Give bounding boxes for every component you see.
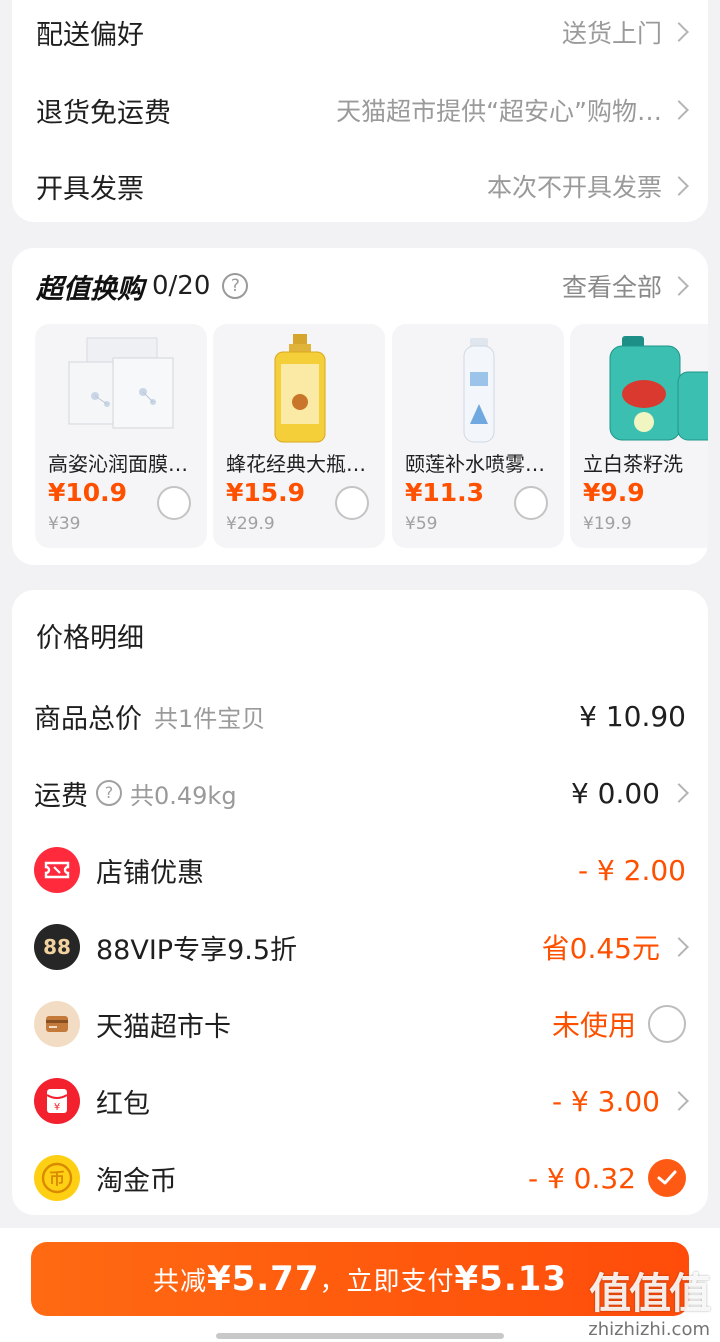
product-original-price: ¥19.9 — [583, 514, 632, 534]
home-indicator — [216, 1333, 504, 1339]
invoice-value: 本次不开具发票 — [486, 173, 662, 202]
delivery-settings-card: 配送偏好 送货上门 退货免运费 天猫超市提供“超安心”购物… 开具发票 本次不开… — [12, 0, 708, 222]
delivery-preference-value: 送货上门 — [561, 19, 662, 48]
watermark: 值值值 zhizhizhi.com — [588, 1260, 711, 1340]
coupon-icon — [34, 847, 80, 893]
price-detail-title: 价格明细 — [36, 623, 144, 654]
chevron-right-icon — [669, 22, 689, 42]
store-discount-value: - ¥ 2.00 — [577, 853, 686, 887]
free-return-label: 退货免运费 — [36, 97, 171, 129]
watermark-url: zhizhizhi.com — [588, 1319, 710, 1340]
taojinbi-label: 淘金币 — [96, 1165, 177, 1197]
face-mask-box-image — [68, 337, 174, 429]
check-icon — [657, 1170, 677, 1185]
swap-deals-card: 超值换购 0/20 ? 查看全部 高姿沁润面膜… ¥10.9 ¥39 蜂花经典大… — [12, 248, 708, 565]
red-packet-value: - ¥ 3.00 — [551, 1084, 660, 1118]
gold-coin-icon: 币 — [34, 1155, 80, 1201]
chevron-right-icon — [669, 783, 689, 803]
shipping-value: ¥ 0.00 — [570, 776, 660, 810]
shampoo-bottle-image — [274, 334, 326, 443]
help-icon[interactable]: ? — [96, 780, 122, 806]
chevron-right-icon — [669, 276, 689, 296]
pay-prefix: 共减 — [152, 1266, 207, 1297]
red-packet-label: 红包 — [96, 1088, 150, 1120]
swap-product-card[interactable]: 高姿沁润面膜… ¥10.9 ¥39 — [35, 324, 207, 548]
wallet-card-icon — [34, 1001, 80, 1047]
product-name: 颐莲补水喷雾… — [405, 452, 545, 476]
pay-now-label: ，立即支付 — [319, 1266, 455, 1297]
bottom-pay-bar: 共减 ¥5.77 ，立即支付 ¥5.13 值值值 zhizhizhi.com — [0, 1228, 720, 1342]
tmall-card-value: 未使用 — [551, 1009, 636, 1042]
delivery-preference-row[interactable]: 配送偏好 送货上门 — [36, 2, 689, 62]
delivery-preference-label: 配送偏好 — [36, 19, 144, 51]
shipping-weight: 共0.49kg — [130, 781, 237, 810]
item-count: 共1件宝贝 — [154, 704, 266, 733]
invoice-label: 开具发票 — [36, 173, 144, 205]
product-price: ¥10.9 — [48, 478, 128, 507]
swap-product-list: 高姿沁润面膜… ¥10.9 ¥39 蜂花经典大瓶… ¥15.9 ¥29.9 颐莲… — [35, 324, 708, 548]
chevron-right-icon — [669, 1091, 689, 1111]
subtotal-row: 商品总价 共1件宝贝 ¥ 10.90 — [34, 688, 686, 744]
vip-discount-value: 省0.45元 — [541, 932, 660, 965]
product-select-radio[interactable] — [335, 486, 369, 520]
taojinbi-value: - ¥ 0.32 — [527, 1161, 636, 1195]
free-return-value: 天猫超市提供“超安心”购物… — [336, 97, 662, 126]
free-return-row[interactable]: 退货免运费 天猫超市提供“超安心”购物… — [36, 80, 689, 140]
tmall-card-row[interactable]: 天猫超市卡 未使用 — [34, 996, 686, 1052]
product-name: 高姿沁润面膜… — [48, 452, 188, 476]
swap-product-card[interactable]: 颐莲补水喷雾… ¥11.3 ¥59 — [392, 324, 564, 548]
see-all-label: 查看全部 — [561, 273, 662, 302]
swap-count: 0/20 — [152, 271, 211, 301]
spray-bottle-image — [463, 338, 495, 443]
chevron-right-icon — [669, 100, 689, 120]
subtotal-label: 商品总价 — [34, 703, 142, 735]
saved-amount: ¥5.77 — [206, 1259, 320, 1299]
store-discount-label: 店铺优惠 — [96, 857, 204, 889]
shipping-label: 运费 — [34, 780, 88, 812]
shipping-row[interactable]: 运费 ? 共0.49kg ¥ 0.00 — [34, 765, 689, 821]
svg-text:¥: ¥ — [54, 1102, 60, 1113]
chevron-right-icon — [669, 937, 689, 957]
product-original-price: ¥59 — [405, 514, 438, 534]
invoice-row[interactable]: 开具发票 本次不开具发票 — [36, 156, 689, 216]
swap-title: 超值换购 — [36, 273, 144, 305]
vip-discount-label: 88VIP专享9.5折 — [96, 934, 298, 966]
product-original-price: ¥39 — [48, 514, 81, 534]
help-icon[interactable]: ? — [222, 273, 249, 299]
taojinbi-checkbox[interactable] — [648, 1159, 686, 1197]
swap-product-card[interactable]: 立白茶籽洗 ¥9.9 ¥19.9 — [570, 324, 708, 548]
red-packet-row[interactable]: ¥ 红包 - ¥ 3.00 — [34, 1073, 689, 1129]
vip-discount-row[interactable]: 88 88VIP专享9.5折 省0.45元 — [34, 919, 689, 975]
swap-header: 超值换购 0/20 ? 查看全部 — [36, 264, 689, 308]
product-select-radio[interactable] — [157, 486, 191, 520]
watermark-logo: 值值值 — [589, 1269, 711, 1318]
svg-text:币: 币 — [49, 1169, 65, 1188]
detergent-bottle-image — [609, 336, 708, 441]
subtotal-value: ¥ 10.90 — [579, 699, 686, 733]
tmall-card-radio[interactable] — [648, 1005, 686, 1043]
pay-total: ¥5.13 — [454, 1259, 568, 1299]
red-packet-icon: ¥ — [34, 1078, 80, 1124]
price-detail-card: 价格明细 商品总价 共1件宝贝 ¥ 10.90 运费 ? 共0.49kg ¥ 0… — [12, 590, 708, 1215]
product-price: ¥11.3 — [405, 478, 485, 507]
taojinbi-row[interactable]: 币 淘金币 - ¥ 0.32 — [34, 1150, 686, 1206]
product-price: ¥15.9 — [226, 478, 306, 507]
swap-product-card[interactable]: 蜂花经典大瓶… ¥15.9 ¥29.9 — [213, 324, 385, 548]
chevron-right-icon — [669, 176, 689, 196]
see-all-link[interactable]: 查看全部 — [561, 268, 689, 304]
product-name: 立白茶籽洗 — [583, 452, 683, 476]
vip-88-icon: 88 — [34, 924, 80, 970]
product-name: 蜂花经典大瓶… — [226, 452, 366, 476]
tmall-card-label: 天猫超市卡 — [96, 1011, 231, 1043]
store-discount-row: 店铺优惠 - ¥ 2.00 — [34, 842, 686, 898]
product-original-price: ¥29.9 — [226, 514, 275, 534]
product-price: ¥9.9 — [583, 478, 645, 507]
product-select-radio[interactable] — [514, 486, 548, 520]
